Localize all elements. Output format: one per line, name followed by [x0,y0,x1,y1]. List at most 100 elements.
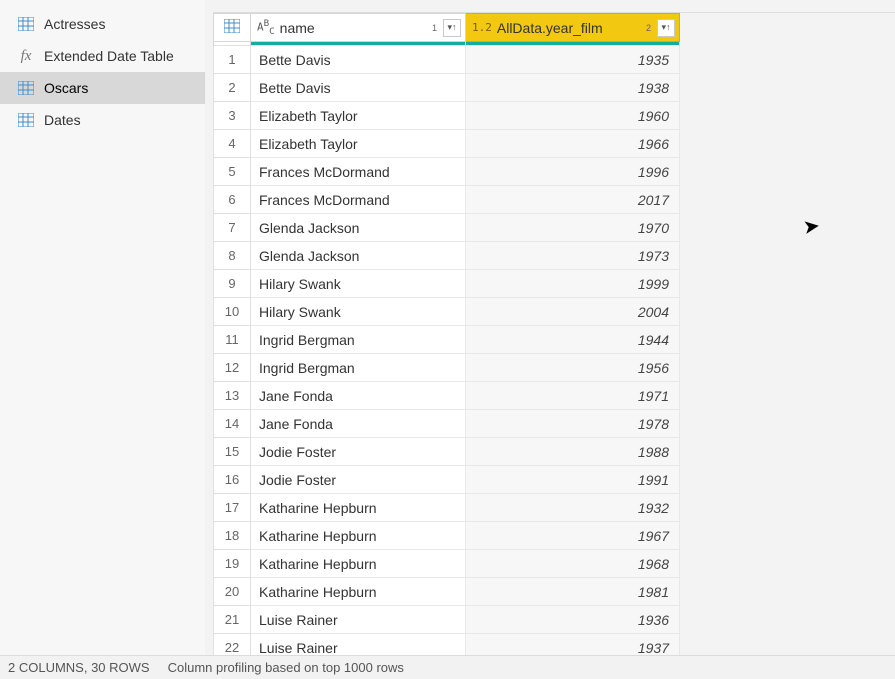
row-number[interactable]: 13 [214,382,251,410]
cell-name[interactable]: Jodie Foster [251,466,466,494]
table-row[interactable]: 19Katharine Hepburn1968 [214,550,680,578]
cell-name[interactable]: Jane Fonda [251,410,466,438]
table-row[interactable]: 16Jodie Foster1991 [214,466,680,494]
table-row[interactable]: 9Hilary Swank1999 [214,270,680,298]
cell-year[interactable]: 1966 [466,130,680,158]
table-row[interactable]: 3Elizabeth Taylor1960 [214,102,680,130]
cell-year[interactable]: 1967 [466,522,680,550]
row-number[interactable]: 7 [214,214,251,242]
column-header-year-film[interactable]: 1.2 AllData.year_film 2 ▾↑ [466,14,680,42]
cell-year[interactable]: 1956 [466,354,680,382]
cell-name[interactable]: Elizabeth Taylor [251,130,466,158]
table-row[interactable]: 15Jodie Foster1988 [214,438,680,466]
query-item[interactable]: fxExtended Date Table [0,40,205,72]
cell-year[interactable]: 1996 [466,158,680,186]
cell-name[interactable]: Katharine Hepburn [251,522,466,550]
column-filter-button[interactable]: ▾↑ [443,19,461,37]
table-row[interactable]: 21Luise Rainer1936 [214,606,680,634]
row-number[interactable]: 12 [214,354,251,382]
table-row[interactable]: 8Glenda Jackson1973 [214,242,680,270]
cell-name[interactable]: Katharine Hepburn [251,494,466,522]
row-number[interactable]: 20 [214,578,251,606]
cell-year[interactable]: 1981 [466,578,680,606]
cell-year[interactable]: 1970 [466,214,680,242]
cell-year[interactable]: 1935 [466,46,680,74]
row-number[interactable]: 14 [214,410,251,438]
table-row[interactable]: 6Frances McDormand2017 [214,186,680,214]
cell-name[interactable]: Ingrid Bergman [251,354,466,382]
row-number[interactable]: 11 [214,326,251,354]
cell-name[interactable]: Luise Rainer [251,606,466,634]
query-item[interactable]: Dates [0,104,205,136]
table-row[interactable]: 13Jane Fonda1971 [214,382,680,410]
row-number[interactable]: 9 [214,270,251,298]
table-row[interactable]: 10Hilary Swank2004 [214,298,680,326]
table-corner-button[interactable] [214,14,251,42]
table-row[interactable]: 4Elizabeth Taylor1966 [214,130,680,158]
cell-name[interactable]: Elizabeth Taylor [251,102,466,130]
type-decimal-icon: 1.2 [472,21,492,34]
row-number[interactable]: 21 [214,606,251,634]
cell-year[interactable]: 2017 [466,186,680,214]
cell-name[interactable]: Ingrid Bergman [251,326,466,354]
cell-name[interactable]: Jane Fonda [251,382,466,410]
cell-year[interactable]: 1960 [466,102,680,130]
row-number[interactable]: 2 [214,74,251,102]
cell-name[interactable]: Hilary Swank [251,270,466,298]
column-header-name[interactable]: ABC name 1 ▾↑ [251,14,466,42]
cell-name[interactable]: Glenda Jackson [251,214,466,242]
row-number[interactable]: 5 [214,158,251,186]
cell-year[interactable]: 1936 [466,606,680,634]
row-number[interactable]: 4 [214,130,251,158]
table-row[interactable]: 14Jane Fonda1978 [214,410,680,438]
row-number[interactable]: 3 [214,102,251,130]
cell-year[interactable]: 1938 [466,74,680,102]
table-row[interactable]: 7Glenda Jackson1970 [214,214,680,242]
row-number[interactable]: 1 [214,46,251,74]
cell-name[interactable]: Jodie Foster [251,438,466,466]
cell-year[interactable]: 1973 [466,242,680,270]
type-text-icon: ABC [257,18,275,37]
row-number[interactable]: 10 [214,298,251,326]
cell-name[interactable]: Bette Davis [251,74,466,102]
cell-name[interactable]: Bette Davis [251,46,466,74]
column-quality-bar [466,42,679,45]
row-number[interactable]: 15 [214,438,251,466]
row-number[interactable]: 19 [214,550,251,578]
row-number[interactable]: 8 [214,242,251,270]
cell-year[interactable]: 1968 [466,550,680,578]
query-item[interactable]: Oscars [0,72,205,104]
cell-name[interactable]: Frances McDormand [251,186,466,214]
table-row[interactable]: 1Bette Davis1935 [214,46,680,74]
row-number[interactable]: 18 [214,522,251,550]
table-row[interactable]: 5Frances McDormand1996 [214,158,680,186]
data-preview-pane: ABC name 1 ▾↑ 1.2 [205,0,895,679]
column-filter-button[interactable]: ▾↑ [657,19,675,37]
table-row[interactable]: 2Bette Davis1938 [214,74,680,102]
table-row[interactable]: 12Ingrid Bergman1956 [214,354,680,382]
cell-year[interactable]: 1999 [466,270,680,298]
cell-name[interactable]: Katharine Hepburn [251,550,466,578]
sort-asc-icon: ▾↑ [661,22,670,33]
cell-name[interactable]: Glenda Jackson [251,242,466,270]
table-row[interactable]: 20Katharine Hepburn1981 [214,578,680,606]
cell-name[interactable]: Hilary Swank [251,298,466,326]
cell-year[interactable]: 1944 [466,326,680,354]
cell-name[interactable]: Frances McDormand [251,158,466,186]
row-number[interactable]: 17 [214,494,251,522]
cell-year[interactable]: 1991 [466,466,680,494]
cell-year[interactable]: 2004 [466,298,680,326]
table-row[interactable]: 17Katharine Hepburn1932 [214,494,680,522]
cell-year[interactable]: 1988 [466,438,680,466]
sort-index-badge: 2 [646,23,651,33]
row-number[interactable]: 6 [214,186,251,214]
cell-name[interactable]: Katharine Hepburn [251,578,466,606]
cell-year[interactable]: 1978 [466,410,680,438]
cell-year[interactable]: 1932 [466,494,680,522]
cell-year[interactable]: 1971 [466,382,680,410]
table-row[interactable]: 18Katharine Hepburn1967 [214,522,680,550]
table-row[interactable]: 11Ingrid Bergman1944 [214,326,680,354]
sort-asc-icon: ▾↑ [447,22,456,33]
row-number[interactable]: 16 [214,466,251,494]
query-item[interactable]: Actresses [0,8,205,40]
